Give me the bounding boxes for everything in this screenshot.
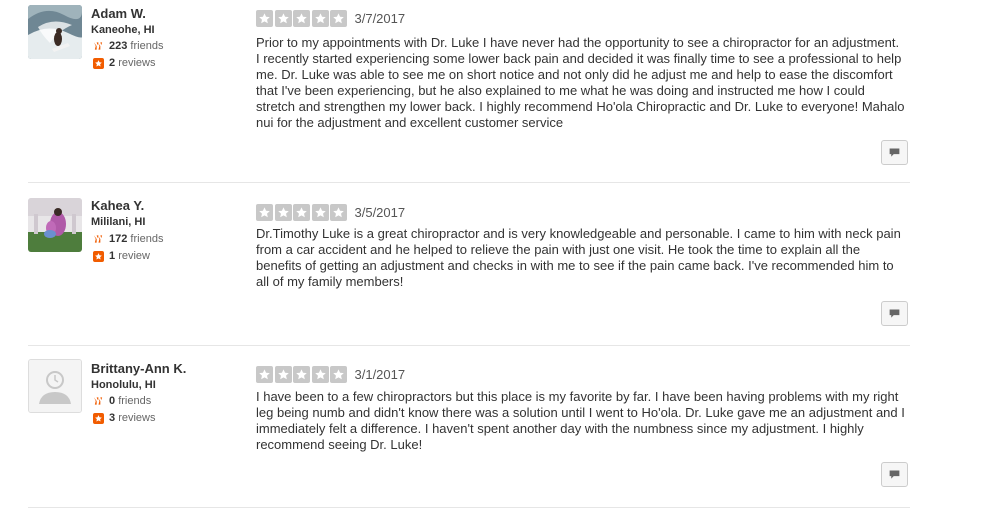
friends-icon: [93, 41, 104, 51]
default-avatar-icon: [29, 360, 81, 412]
friends-stat: 0 friends: [93, 395, 151, 407]
friends-label: friends: [130, 233, 164, 245]
friends-count: 172: [109, 233, 128, 245]
friends-icon: [93, 234, 104, 244]
reviews-stat: 2 reviews: [93, 57, 155, 69]
reviews-count: 2: [109, 57, 116, 69]
friends-count: 223: [109, 40, 128, 52]
star-icon: [330, 366, 347, 383]
reviews-stat: 3 reviews: [93, 412, 155, 424]
user-location: Kaneohe, HI: [91, 24, 155, 36]
star-icon: [256, 204, 273, 221]
review-text: Dr.Timothy Luke is a great chiropractor …: [256, 226, 901, 289]
star-icon: [293, 366, 310, 383]
user-name[interactable]: Brittany-Ann K.: [91, 361, 186, 376]
star-icon: [330, 204, 347, 221]
reviews-label: reviews: [118, 412, 156, 424]
comment-button[interactable]: [881, 301, 908, 326]
friends-stat: 172 friends: [93, 233, 163, 245]
friends-label: friends: [118, 395, 152, 407]
user-avatar[interactable]: [28, 5, 82, 59]
friends-count: 0: [109, 395, 116, 407]
star-icon: [256, 366, 273, 383]
speech-bubble-icon: [888, 146, 901, 159]
review-text: I have been to a few chiropractors but t…: [256, 389, 905, 452]
star-rating: 3/7/2017: [256, 10, 405, 27]
review-date: 3/1/2017: [354, 367, 406, 382]
speech-bubble-icon: [888, 468, 901, 481]
user-location: Honolulu, HI: [91, 379, 156, 391]
reviews-stat: 1 review: [93, 250, 150, 262]
star-icon: [274, 10, 292, 27]
speech-bubble-icon: [888, 307, 901, 320]
reviews-icon: [93, 57, 104, 69]
user-name[interactable]: Kahea Y.: [91, 198, 144, 213]
star-icon: [293, 204, 310, 221]
reviews-icon: [93, 250, 104, 262]
review-item: Kahea Y. Mililani, HI 172 friends 1 revi…: [0, 183, 910, 345]
star-icon: [274, 366, 292, 383]
star-icon: [330, 10, 347, 27]
review-item: Adam W. Kaneohe, HI 223 friends 2 review…: [0, 0, 910, 182]
star-icon: [311, 10, 329, 27]
star-icon: [311, 366, 329, 383]
star-icon: [293, 10, 310, 27]
user-avatar[interactable]: [28, 359, 82, 413]
star-rating: 3/1/2017: [256, 366, 405, 383]
star-icon: [256, 10, 273, 27]
reviews-count: 1: [109, 250, 116, 262]
user-name[interactable]: Adam W.: [91, 6, 146, 21]
review-date: 3/7/2017: [354, 11, 406, 26]
review-text: Prior to my appointments with Dr. Luke I…: [256, 35, 905, 130]
reviews-icon: [93, 412, 104, 424]
friends-icon: [93, 396, 104, 406]
review-date: 3/5/2017: [354, 205, 406, 220]
review-item: Brittany-Ann K. Honolulu, HI 0 friends 3…: [0, 346, 910, 508]
review-divider: [28, 507, 910, 508]
friends-label: friends: [130, 40, 164, 52]
comment-button[interactable]: [881, 462, 908, 487]
star-icon: [274, 204, 292, 221]
user-avatar[interactable]: [28, 198, 82, 252]
user-location: Mililani, HI: [91, 216, 146, 228]
star-icon: [311, 204, 329, 221]
reviews-label: reviews: [118, 57, 156, 69]
reviews-label: review: [118, 250, 150, 262]
reviews-count: 3: [109, 412, 116, 424]
star-rating: 3/5/2017: [256, 204, 405, 221]
friends-stat: 223 friends: [93, 40, 163, 52]
comment-button[interactable]: [881, 140, 908, 165]
